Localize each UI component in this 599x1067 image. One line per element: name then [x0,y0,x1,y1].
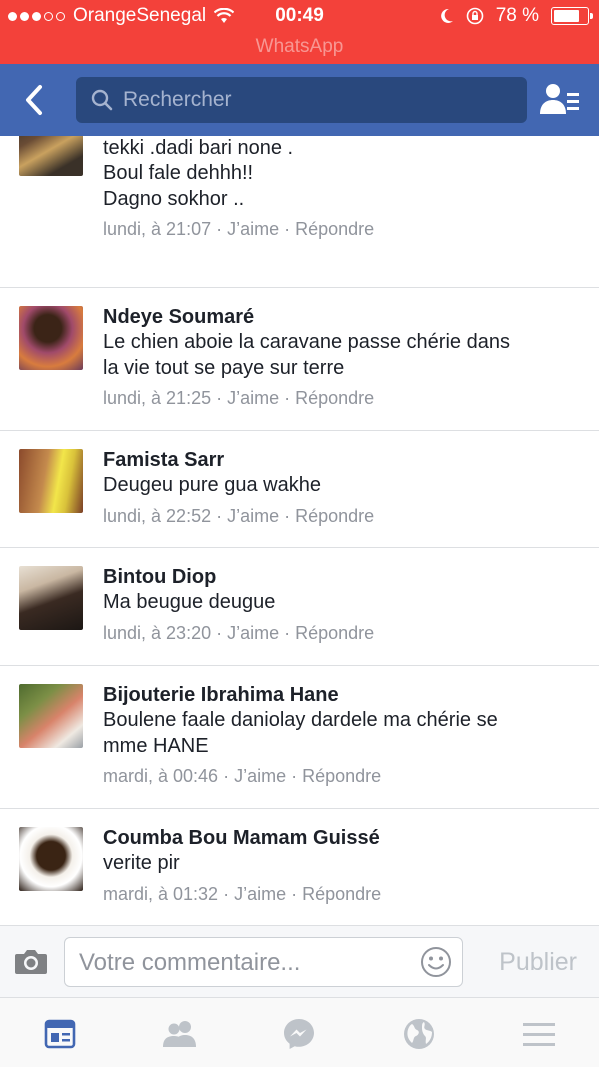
comment-author[interactable]: Ndeye Soumaré [103,304,583,330]
friend-list-icon [540,84,579,114]
comment-item: Bintou Diop Ma beugue deugue lundi, à 23… [0,548,599,666]
like-link[interactable]: J’aime [227,506,279,526]
reply-link[interactable]: Répondre [302,884,381,904]
comment-text: Deugeu pure gua wakhe [103,474,321,496]
comment-composer: Votre commentaire... Publier [0,925,599,997]
reply-link[interactable]: Répondre [295,506,374,526]
reply-link[interactable]: Répondre [295,219,374,239]
tab-news-feed[interactable] [43,1017,77,1051]
emoji-icon[interactable] [420,946,452,978]
search-bar[interactable]: Rechercher [76,77,527,123]
moon-icon [440,8,453,23]
avatar[interactable] [19,306,83,370]
battery-percent: 78 % [495,5,539,26]
publish-button[interactable]: Publier [499,948,577,977]
avatar[interactable] [19,449,83,513]
tab-friends[interactable] [162,1017,196,1051]
messenger-icon [284,1019,314,1049]
comment-text: Boulene faale daniolay dardele ma chérie… [103,709,498,757]
comment-author[interactable]: Coumba Bou Mamam Guissé [103,825,583,851]
like-link[interactable]: J’aime [227,623,279,643]
camera-button[interactable] [14,947,48,980]
globe-icon [404,1019,434,1049]
reply-link[interactable]: Répondre [295,388,374,408]
comment-time: mardi, à 00:46 [103,766,219,786]
comment-time: lundi, à 21:25 [103,388,212,408]
comment-text: Ma fille .boul soneu deh !! Kou bakh .mb… [103,136,294,210]
comment-time: mardi, à 01:32 [103,883,219,904]
avatar[interactable] [19,566,83,630]
reply-link[interactable]: Répondre [302,766,381,786]
comment-item: Ndeye Soumaré Le chien aboie la caravane… [0,288,599,431]
rotation-lock-icon [466,7,483,25]
avatar[interactable] [19,684,83,748]
tab-messenger[interactable] [282,1017,316,1051]
avatar[interactable] [19,827,83,891]
comments-list[interactable]: Ma fille .boul soneu deh !! Kou bakh .mb… [0,136,599,925]
reply-link[interactable]: Répondre [295,623,374,643]
comment-meta: lundi, à 22:52 · J’aime · Répondre [103,505,375,526]
comment-text: Ma beugue deugue [103,591,276,613]
comment-time: lundi, à 21:07 [103,219,212,239]
comment-time: lundi, à 23:20 [103,622,212,643]
comment-item: Ma fille .boul soneu deh !! Kou bakh .mb… [0,136,599,288]
comment-input[interactable]: Votre commentaire... [64,937,463,987]
nav-bar: Rechercher [0,64,599,136]
comment-text: verite pir [103,852,180,874]
comment-text: Le chien aboie la caravane passe chérie … [103,331,510,379]
return-to-app[interactable]: WhatsApp [0,36,599,58]
comment-meta: mardi, à 00:46 · J’aime · Répondre [103,766,382,786]
chevron-left-icon [26,85,42,115]
like-link[interactable]: J’aime [227,388,279,408]
like-link[interactable]: J’aime [234,766,286,786]
like-link[interactable]: J’aime [227,219,279,239]
friends-icon [163,1021,196,1047]
tab-bar [0,997,599,1067]
comment-meta: lundi, à 21:07 · J’aime · Répondre [103,219,375,239]
back-button[interactable] [18,82,52,118]
like-link[interactable]: J’aime [234,884,286,904]
avatar[interactable] [19,136,83,176]
menu-icon [523,1023,555,1046]
status-bar: OrangeSenegal 00:49 78 % WhatsApp [0,0,599,64]
comment-meta: mardi, à 01:32 · J’aime · Répondre [103,883,382,904]
tab-menu[interactable] [522,1017,556,1051]
comment-author[interactable]: Famista Sarr [103,447,583,473]
comment-item: Coumba Bou Mamam Guissé verite pir mardi… [0,809,599,925]
search-placeholder: Rechercher [123,88,232,111]
friend-requests-button[interactable] [539,80,581,120]
comment-author[interactable]: Bintou Diop [103,564,583,590]
tab-notifications[interactable] [402,1017,436,1051]
comment-item: Bijouterie Ibrahima Hane Boulene faale d… [0,666,599,809]
battery-icon [551,7,593,25]
camera-icon [15,950,47,974]
comment-meta: lundi, à 23:20 · J’aime · Répondre [103,622,375,643]
comment-meta: lundi, à 21:25 · J’aime · Répondre [103,388,375,408]
comment-item: Famista Sarr Deugeu pure gua wakhe lundi… [0,431,599,548]
comment-placeholder: Votre commentaire... [79,949,301,976]
search-icon [91,89,113,111]
comment-author[interactable]: Bijouterie Ibrahima Hane [103,682,583,708]
news-feed-icon [44,1019,76,1049]
comment-time: lundi, à 22:52 [103,505,212,526]
